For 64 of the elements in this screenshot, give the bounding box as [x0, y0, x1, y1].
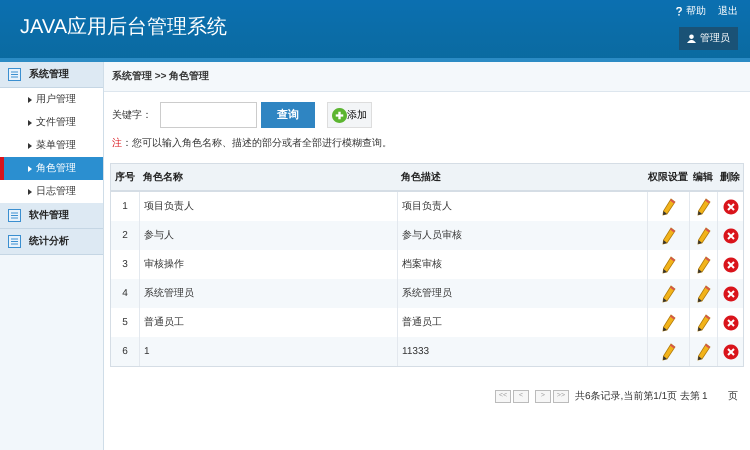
- sidebar-group[interactable]: 软件管理: [0, 203, 103, 229]
- logout-link[interactable]: 退出: [718, 4, 738, 19]
- delete-icon[interactable]: [722, 286, 738, 302]
- caret-icon: [28, 120, 32, 126]
- sidebar-group[interactable]: 系统管理: [0, 62, 103, 88]
- caret-icon: [28, 188, 32, 194]
- delete-icon[interactable]: [722, 256, 738, 272]
- column-header: 编辑: [692, 170, 714, 184]
- list-icon: [8, 209, 21, 222]
- add-button[interactable]: 添加: [327, 102, 372, 128]
- user-icon: [687, 34, 696, 43]
- pencil-icon[interactable]: [696, 314, 710, 332]
- delete-icon[interactable]: [722, 314, 738, 330]
- sidebar-item[interactable]: 用户管理: [0, 88, 103, 111]
- pencil-icon[interactable]: [696, 226, 710, 244]
- sidebar-group[interactable]: 统计分析: [0, 229, 103, 255]
- caret-icon: [28, 166, 32, 172]
- table-cell: 1: [139, 337, 397, 366]
- delete-icon[interactable]: [722, 198, 738, 214]
- pencil-icon[interactable]: [662, 284, 676, 302]
- list-icon: [8, 235, 21, 248]
- pencil-icon[interactable]: [662, 226, 676, 244]
- delete-icon[interactable]: [722, 228, 738, 244]
- user-button[interactable]: 管理员: [679, 27, 738, 50]
- search-note: 注：您可以输入角色名称、描述的部分或者全部进行模糊查询。: [111, 136, 393, 151]
- pencil-icon[interactable]: [662, 198, 676, 216]
- sidebar-item[interactable]: 文件管理: [0, 111, 103, 134]
- table-cell: 11333: [397, 337, 647, 366]
- sidebar-item[interactable]: 菜单管理: [0, 134, 103, 157]
- table-cell-text: 4: [121, 287, 129, 301]
- pencil-icon[interactable]: [662, 256, 676, 274]
- sidebar-item[interactable]: 角色管理: [0, 157, 103, 180]
- app-title: JAVA应用后台管理系统: [20, 15, 228, 40]
- help-icon: [676, 7, 682, 16]
- caret-icon: [28, 96, 32, 102]
- table-cell-text: 3: [121, 258, 129, 272]
- page-field[interactable]: 1: [702, 389, 726, 404]
- table-cell-text: 2: [121, 229, 129, 243]
- column-header: 角色名称: [142, 170, 184, 184]
- pencil-icon[interactable]: [696, 256, 710, 274]
- breadcrumb: 系统管理 >> 角色管理: [112, 70, 210, 84]
- table-cell-text: 5: [121, 316, 129, 330]
- search-button[interactable]: 查询: [261, 102, 315, 128]
- page-suffix: 页: [728, 390, 738, 404]
- pencil-icon[interactable]: [662, 314, 676, 332]
- table-cell-text: 6: [121, 345, 129, 359]
- column-header: 角色描述: [400, 170, 442, 184]
- pencil-icon[interactable]: [662, 342, 676, 360]
- table-cell-text: 1: [121, 200, 129, 214]
- pager-info: 共6条记录,当前第1/1页 去第: [574, 390, 700, 404]
- pencil-icon[interactable]: [696, 284, 710, 302]
- list-icon: [8, 68, 21, 81]
- help-link[interactable]: 帮助: [676, 4, 706, 19]
- column-header: 序号: [114, 170, 136, 184]
- column-header: 删除: [718, 170, 741, 184]
- column-header: 权限设置: [647, 170, 689, 184]
- keyword-label: 关键字：: [112, 108, 152, 122]
- caret-icon: [28, 142, 32, 148]
- keyword-field[interactable]: [160, 102, 257, 128]
- plus-icon: [332, 108, 347, 122]
- sidebar-item[interactable]: 日志管理: [0, 180, 103, 203]
- pencil-icon[interactable]: [696, 342, 710, 360]
- delete-icon[interactable]: [722, 344, 738, 360]
- pencil-icon[interactable]: [696, 198, 710, 216]
